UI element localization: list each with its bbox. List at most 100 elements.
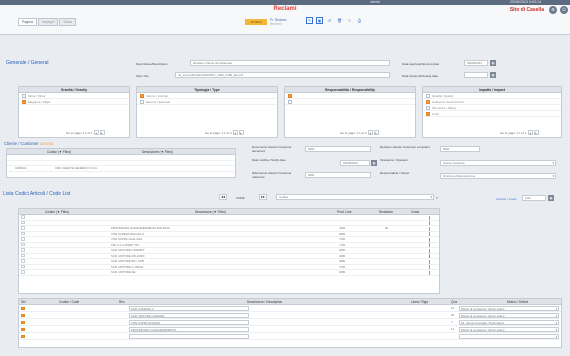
customer-code-link[interactable]: C000001 — [40, 142, 54, 146]
next-page-icon[interactable]: ▸▸ — [259, 194, 267, 200]
row-checkbox[interactable] — [21, 242, 25, 246]
table-row[interactable]: SCR. STAFFRO 2 10 Difetto di montaggio / M… — [19, 305, 561, 312]
next-icon[interactable]: ▸ — [533, 130, 539, 135]
opening-date-input[interactable]: 29/08/2023 — [464, 60, 488, 66]
drag-handle[interactable] — [429, 259, 432, 264]
row-checkbox[interactable] — [21, 237, 25, 241]
print-icon[interactable]: ⎙ — [356, 18, 363, 25]
file-input[interactable]: \fs_server\Reclami\2023\RC_2023_0182_fil… — [175, 72, 390, 78]
drag-handle[interactable] — [429, 265, 432, 269]
description-select[interactable]: SCR. MOTORE C1000002 — [129, 313, 249, 318]
list-item[interactable]: Costi — [423, 111, 561, 117]
description-select[interactable]: PROTEZIONE CANOLENDIMENTO — [129, 327, 249, 332]
search-icon[interactable]: ⌕ — [436, 195, 438, 200]
prev-page-icon[interactable]: ◂◂ — [219, 194, 227, 200]
delete-icon[interactable]: 🗑 — [336, 18, 343, 25]
drag-handle[interactable] — [429, 237, 432, 242]
notify-date-input[interactable]: 29/08/2023 — [340, 160, 370, 166]
cost-input[interactable]: 0,00 — [522, 195, 546, 201]
drag-handle[interactable] — [429, 226, 432, 231]
prev-icon[interactable]: ◂ — [93, 130, 99, 135]
row-checkbox[interactable] — [21, 253, 25, 257]
next-icon[interactable]: ▸ — [373, 130, 379, 135]
checkbox[interactable] — [22, 94, 26, 98]
calendar-icon[interactable]: ▦ — [490, 60, 496, 66]
row-checkbox[interactable] — [21, 270, 25, 274]
tab-salva[interactable]: Salva — [59, 18, 77, 26]
save-icon[interactable]: ▣ — [316, 17, 323, 24]
tab-impegni[interactable]: Impegni — [37, 18, 59, 26]
closing-date-input[interactable] — [464, 72, 488, 78]
reason-select[interactable]: Difetto di montaggio / Mount defect ▾ — [459, 313, 559, 318]
drag-handle[interactable] — [429, 254, 432, 258]
checkbox[interactable] — [426, 94, 430, 98]
customer-doc-input[interactable]: 0001 — [305, 146, 371, 152]
item-label: Maggiore / Major — [28, 100, 51, 104]
drag-handle[interactable] — [429, 243, 432, 247]
drag-handle[interactable] — [429, 232, 432, 236]
list-icon[interactable]: ≡ — [346, 18, 353, 25]
reason-select[interactable]: 03 - Errore di imballo / Pack defect ▾ — [459, 320, 559, 325]
customer-claim-input[interactable]: 0001 — [440, 146, 480, 152]
checkbox[interactable] — [22, 100, 26, 104]
calculator-icon[interactable]: ▦ — [548, 195, 554, 201]
checkbox[interactable] — [426, 100, 430, 104]
customer-ref-input[interactable]: 0001 — [305, 172, 371, 178]
code-search-select[interactable]: Codice ▾ — [276, 194, 434, 200]
row-checkbox[interactable] — [21, 264, 25, 268]
reason-select[interactable]: Difetto di montaggio / Mount defect ▾ — [459, 327, 559, 332]
row-checkbox[interactable] — [21, 215, 25, 219]
checkbox[interactable] — [426, 106, 430, 110]
drag-handle[interactable] — [429, 221, 432, 225]
checkbox[interactable] — [426, 112, 430, 116]
table-row[interactable]: C000001 CDD CLIENTE GENERICO S.P.A. — [7, 166, 235, 172]
table-row[interactable]: ▾ — [19, 333, 561, 340]
reason-select[interactable]: ▾ — [459, 334, 559, 339]
checkbox[interactable] — [288, 94, 292, 98]
row-checkbox[interactable] — [21, 220, 25, 224]
next-icon[interactable]: ▸ — [238, 130, 244, 135]
list-item[interactable] — [285, 99, 415, 105]
row-checkbox[interactable] — [21, 306, 25, 310]
description-select[interactable] — [129, 334, 249, 339]
logout-icon[interactable]: ⏻ — [560, 6, 568, 14]
row-checkbox[interactable] — [21, 226, 25, 230]
row-checkbox[interactable] — [21, 313, 25, 317]
next-icon[interactable]: ▸ — [99, 130, 105, 135]
drag-handle[interactable] — [429, 270, 432, 275]
list-item[interactable]: Esterno / External — [137, 99, 277, 105]
description-select[interactable]: SCR. STAFFRO 2 — [129, 306, 249, 311]
list-item[interactable]: Maggiore / Major — [19, 99, 129, 105]
reason-select[interactable]: Difetto di montaggio / Mount defect ▾ — [459, 306, 559, 311]
prev-icon[interactable]: ◂ — [232, 130, 238, 135]
prev-icon[interactable]: ◂ — [367, 130, 373, 135]
description-input[interactable]: Reclamo cliente da sistemare — [190, 60, 390, 66]
drag-handle[interactable] — [429, 248, 432, 253]
row-checkbox[interactable] — [21, 320, 25, 324]
table-row[interactable]: SCR. MOTORE C1000002 25 Difetto di montagg… — [19, 312, 561, 319]
checkbox[interactable] — [288, 100, 292, 104]
calendar-icon-3[interactable]: ▦ — [371, 160, 377, 166]
row-checkbox[interactable] — [21, 248, 25, 252]
row-reason: Difetto di montaggio / Mount defect — [461, 314, 505, 318]
description-select[interactable]: VITE SUPRA 0F19X0H — [129, 320, 249, 325]
row-checkbox[interactable] — [21, 334, 25, 338]
checkbox[interactable] — [140, 94, 144, 98]
row-checkbox[interactable] — [21, 327, 25, 331]
prev-icon[interactable]: ◂ — [527, 130, 533, 135]
table-row[interactable]: PROTEZIONE CANOLENDIMENTO 11 Difetto di mo… — [19, 326, 561, 333]
row-checkbox[interactable] — [21, 231, 25, 235]
owner-select[interactable]: Direzione Manutenzione ▾ — [440, 173, 556, 179]
operator-select[interactable]: Utente Gestione ▾ — [440, 160, 556, 166]
edit-icon[interactable]: ✎ — [306, 17, 313, 24]
checkbox[interactable] — [140, 100, 144, 104]
table-row[interactable]: VITE SUPRA 0F19X0H 7 03 - Errore di imball… — [19, 319, 561, 326]
settings-icon[interactable]: ⚙ — [549, 6, 557, 14]
row-checkbox[interactable] — [21, 259, 25, 263]
undo-icon[interactable]: ↺ — [326, 18, 333, 25]
table-row[interactable]: SCR. MOTORE DE 4080 — [19, 270, 439, 276]
drag-handle[interactable] — [429, 215, 432, 220]
tab-pagina[interactable]: Pagina — [18, 18, 37, 26]
row-reason: Difetto di montaggio / Mount defect — [461, 328, 505, 332]
calendar-icon-2[interactable]: ▦ — [490, 72, 496, 78]
